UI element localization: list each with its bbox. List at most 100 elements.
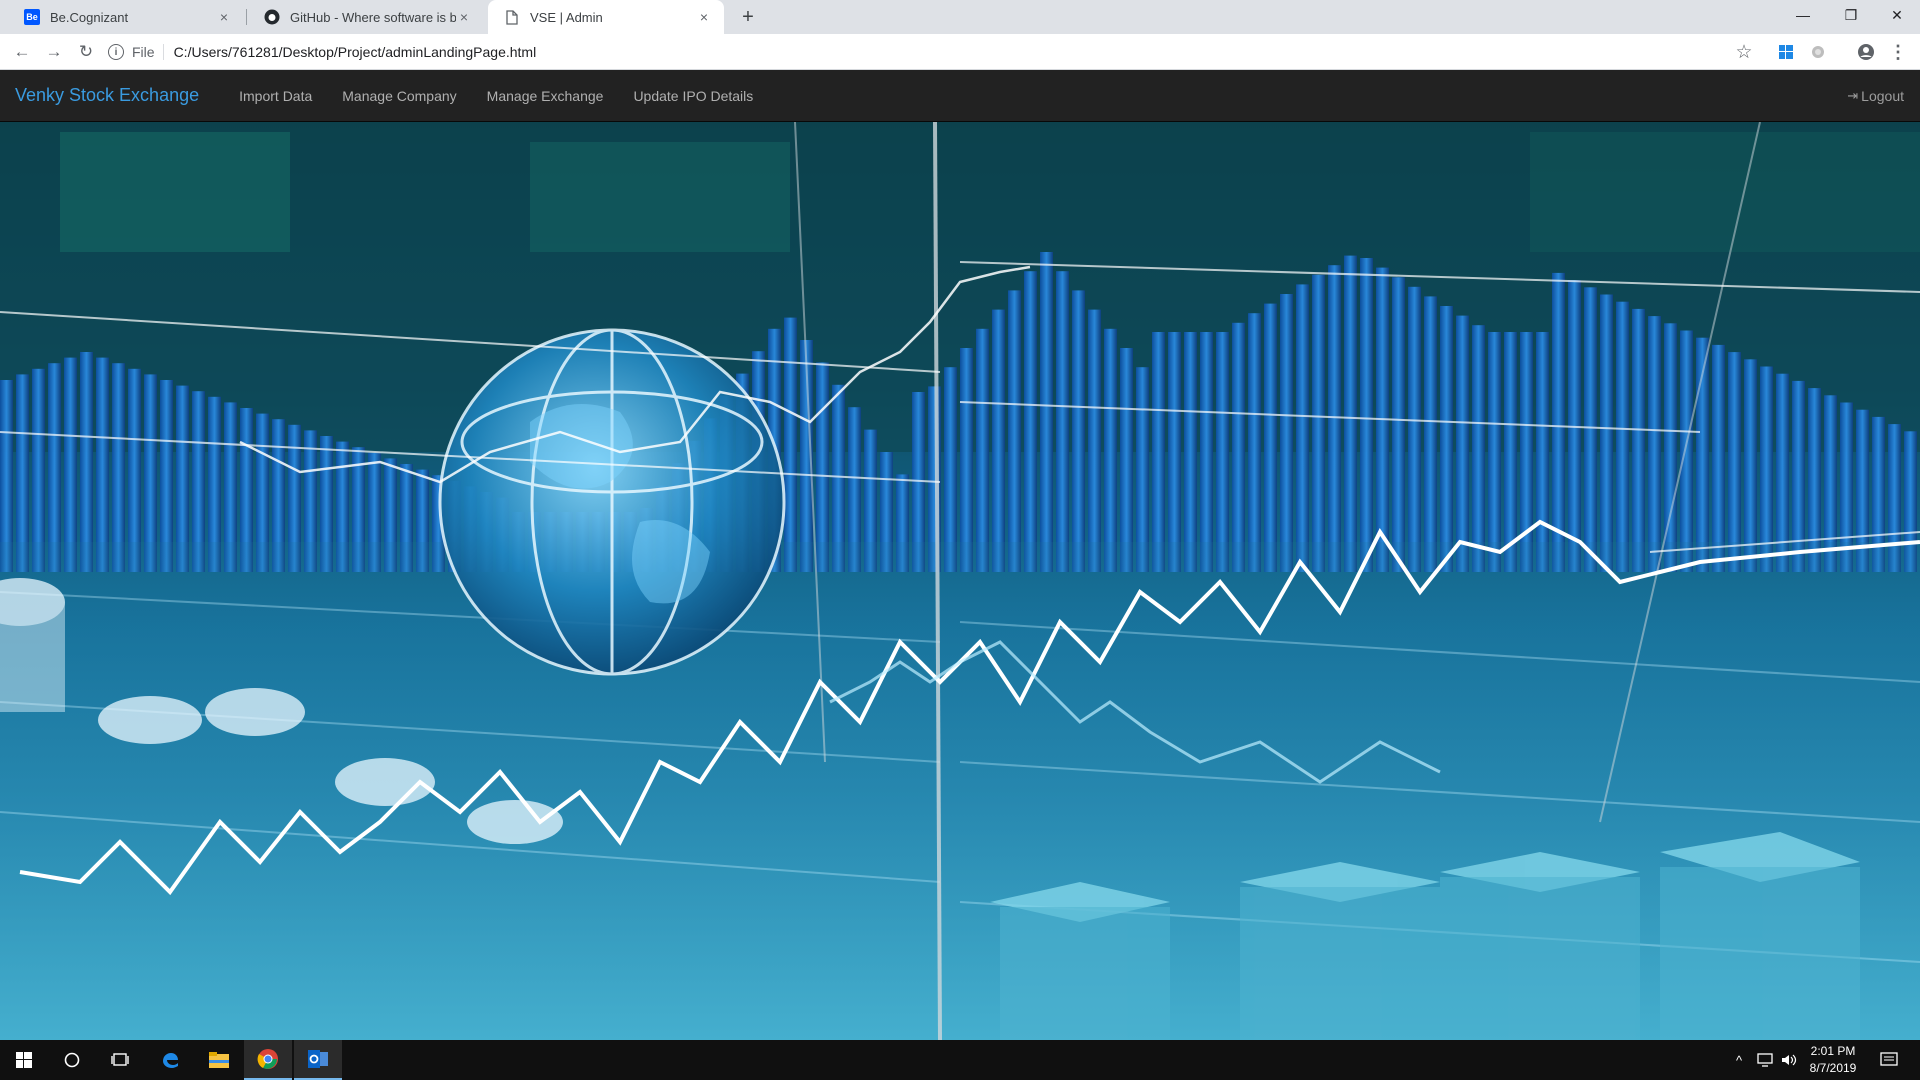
extension-icon[interactable] <box>1808 42 1828 62</box>
background-bar <box>1328 265 1341 572</box>
background-bar <box>1488 332 1501 572</box>
background-bar <box>1744 359 1757 572</box>
background-bar <box>1296 284 1309 572</box>
chrome-icon[interactable] <box>244 1040 292 1080</box>
browser-tabstrip: Be Be.Cognizant × GitHub - Where softwar… <box>0 0 1920 34</box>
background-bar <box>1392 277 1405 572</box>
background-bar <box>1408 286 1421 572</box>
background-bar <box>80 352 93 572</box>
volume-icon[interactable] <box>1780 1040 1798 1080</box>
restore-button[interactable]: ❐ <box>1828 0 1874 30</box>
reload-button[interactable]: ↻ <box>74 40 98 64</box>
background-bar <box>1216 332 1229 572</box>
background-bar <box>1344 255 1357 572</box>
background-bar <box>1472 325 1485 572</box>
background-bar <box>1536 332 1549 572</box>
tab-close-icon[interactable]: × <box>216 9 232 25</box>
background-bar <box>1136 367 1149 572</box>
top-navbar: Venky Stock Exchange Import Data Manage … <box>0 70 1920 122</box>
address-divider <box>162 44 164 60</box>
background-bar <box>96 357 109 572</box>
background-bar <box>1280 294 1293 572</box>
address-bar[interactable]: i File C:/Users/761281/Desktop/Project/a… <box>108 38 1768 66</box>
tab-close-icon[interactable]: × <box>696 9 712 25</box>
notifications-icon[interactable] <box>1880 1040 1898 1080</box>
background-bar <box>1168 332 1181 572</box>
minimize-button[interactable]: — <box>1780 0 1826 30</box>
menu-icon[interactable]: ⋮ <box>1888 42 1908 62</box>
logout-link[interactable]: ⇥ Logout <box>1847 70 1904 122</box>
background-bar <box>960 348 973 572</box>
bookmark-star-icon[interactable]: ☆ <box>1734 42 1754 63</box>
background-bar <box>1104 328 1117 572</box>
background-bar <box>1152 332 1165 572</box>
tab-close-icon[interactable]: × <box>456 9 472 25</box>
background-bar <box>1728 352 1741 572</box>
start-button[interactable] <box>0 1040 48 1080</box>
background-bar <box>1088 309 1101 572</box>
profile-icon[interactable] <box>1856 42 1876 62</box>
close-window-button[interactable]: ✕ <box>1874 0 1920 30</box>
outlook-icon[interactable] <box>294 1040 342 1080</box>
new-tab-button[interactable]: + <box>736 5 760 29</box>
tab-becognizant[interactable]: Be Be.Cognizant × <box>8 0 244 34</box>
brand-link[interactable]: Venky Stock Exchange <box>0 85 214 106</box>
background-bar <box>1712 344 1725 572</box>
task-view-icon[interactable] <box>96 1040 144 1080</box>
hero-background-image <box>0 122 1920 1040</box>
background-bar <box>784 317 797 572</box>
background-bar <box>1360 258 1373 572</box>
taskbar-clock[interactable]: 2:01 PM 8/7/2019 <box>1798 1043 1868 1077</box>
background-bar <box>1184 332 1197 572</box>
background-bar <box>1264 303 1277 572</box>
search-icon[interactable] <box>48 1040 96 1080</box>
background-bar <box>992 309 1005 572</box>
forward-button[interactable]: → <box>42 40 66 64</box>
background-bar <box>1600 294 1613 572</box>
tray-chevron-icon[interactable]: ^ <box>1736 1040 1742 1080</box>
background-bar <box>1680 330 1693 572</box>
background-bar <box>1456 315 1469 572</box>
background-bar <box>1072 290 1085 572</box>
nav-update-ipo-details[interactable]: Update IPO Details <box>618 88 768 104</box>
background-bar <box>1248 313 1261 572</box>
background-bar <box>1120 348 1133 572</box>
network-icon[interactable] <box>1756 1040 1774 1080</box>
address-url[interactable]: C:/Users/761281/Desktop/Project/adminLan… <box>174 44 537 60</box>
background-bar <box>1232 322 1245 572</box>
edge-icon[interactable] <box>146 1040 194 1080</box>
background-bar <box>64 357 77 572</box>
background-bar <box>816 362 829 572</box>
background-bar <box>1312 274 1325 572</box>
logout-label: Logout <box>1861 88 1904 104</box>
logout-icon: ⇥ <box>1847 88 1859 103</box>
browser-toolbar: ← → ↻ i File C:/Users/761281/Desktop/Pro… <box>0 34 1920 70</box>
background-bar <box>48 363 61 572</box>
nav-manage-exchange[interactable]: Manage Exchange <box>472 88 619 104</box>
page-icon <box>504 9 520 25</box>
background-bar <box>1056 271 1069 572</box>
file-explorer-icon[interactable] <box>195 1040 243 1080</box>
background-bar <box>1424 296 1437 572</box>
stock-market-illustration <box>0 122 1920 1040</box>
windows-extension-icon[interactable] <box>1776 42 1796 62</box>
background-bar <box>1616 301 1629 572</box>
nav-import-data[interactable]: Import Data <box>224 88 327 104</box>
tab-vse-admin[interactable]: VSE | Admin × <box>488 0 724 34</box>
behance-icon: Be <box>24 9 40 25</box>
background-bar <box>112 363 125 572</box>
tab-title: GitHub - Where software is built <box>290 9 456 25</box>
clock-time: 2:01 PM <box>1810 1044 1856 1058</box>
background-bar <box>1024 271 1037 572</box>
nav-manage-company[interactable]: Manage Company <box>327 88 471 104</box>
background-bar <box>1008 290 1021 572</box>
tab-github[interactable]: GitHub - Where software is built × <box>248 0 484 34</box>
tab-title: VSE | Admin <box>530 9 603 25</box>
background-bar <box>1440 306 1453 572</box>
info-icon[interactable]: i <box>108 44 124 60</box>
background-bar <box>944 367 957 572</box>
background-bar <box>1648 316 1661 572</box>
background-bar <box>976 328 989 572</box>
address-scheme: File <box>132 44 155 60</box>
back-button[interactable]: ← <box>10 40 34 64</box>
